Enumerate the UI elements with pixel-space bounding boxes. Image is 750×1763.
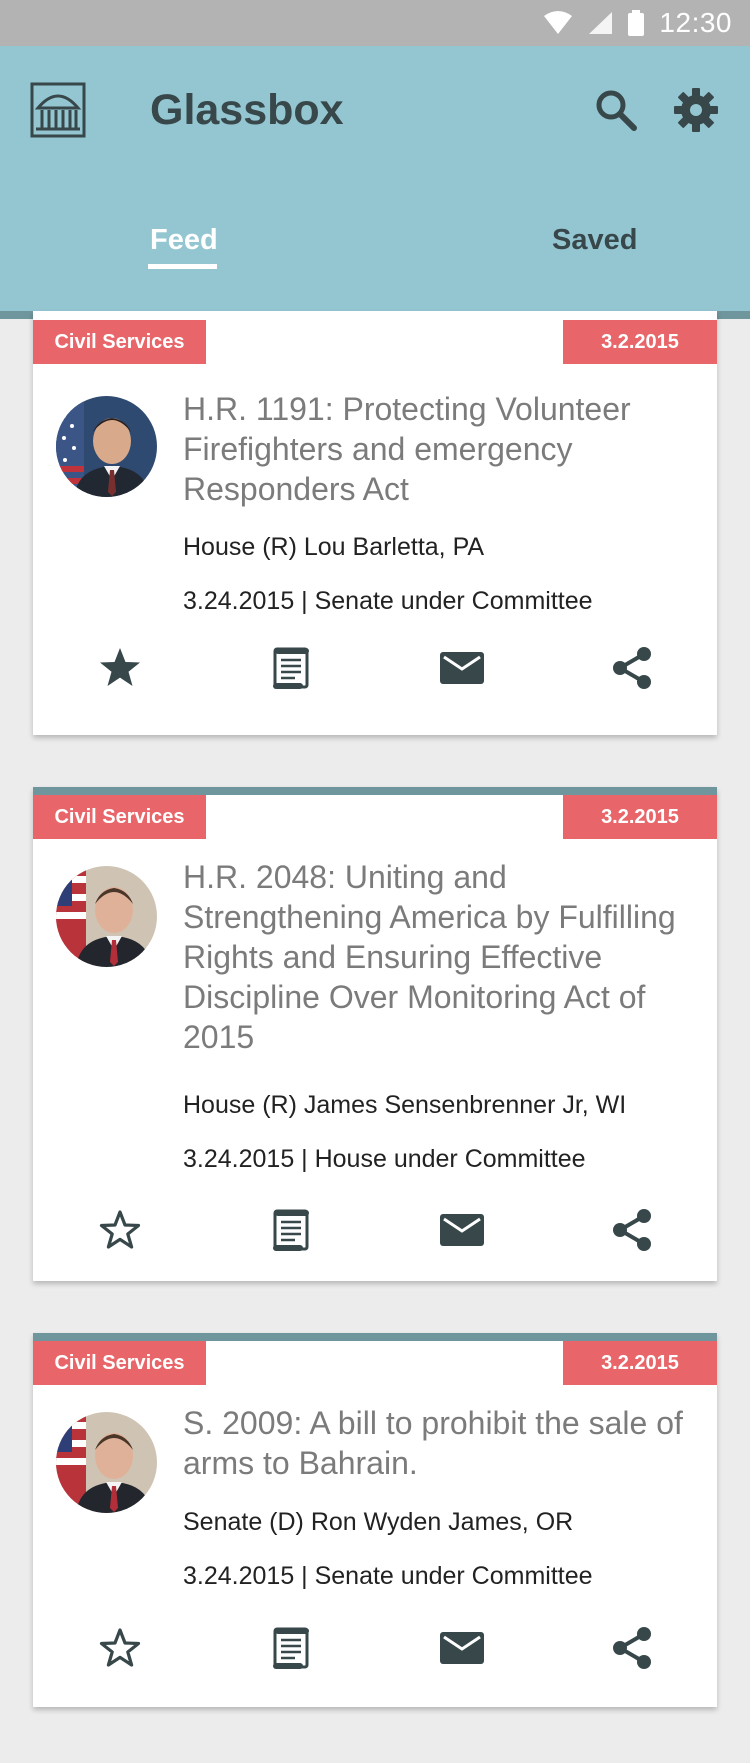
- battery-icon: [628, 10, 645, 36]
- mail-icon[interactable]: [438, 644, 486, 692]
- star-outline-icon[interactable]: [96, 1206, 144, 1254]
- share-icon[interactable]: [608, 644, 656, 692]
- tab-saved[interactable]: Saved: [552, 224, 637, 257]
- bill-card[interactable]: Civil Services 3.2.2015 S. 2009: A bill …: [33, 1333, 717, 1707]
- bill-status: 3.24.2015 | Senate under Committee: [183, 1562, 593, 1590]
- status-time: 12:30: [659, 7, 732, 38]
- star-outline-icon[interactable]: [96, 1624, 144, 1672]
- bill-title[interactable]: S. 2009: A bill to prohibit the sale of …: [183, 1403, 683, 1483]
- card-actions: [33, 1624, 717, 1674]
- bill-title[interactable]: H.R. 1191: Protecting Volunteer Firefigh…: [183, 389, 683, 509]
- mail-icon[interactable]: [438, 1624, 486, 1672]
- card-actions: [33, 644, 717, 694]
- document-icon[interactable]: [267, 644, 315, 692]
- app-title: Glassbox: [150, 86, 344, 134]
- search-icon[interactable]: [592, 86, 640, 134]
- share-icon[interactable]: [608, 1624, 656, 1672]
- bill-status: 3.24.2015 | Senate under Committee: [183, 587, 593, 615]
- document-icon[interactable]: [267, 1624, 315, 1672]
- signal-icon: [589, 12, 613, 34]
- wifi-icon: [544, 11, 573, 34]
- bill-title[interactable]: H.R. 2048: Uniting and Strengthening Ame…: [183, 857, 683, 1057]
- capitol-icon[interactable]: [30, 82, 86, 138]
- share-icon[interactable]: [608, 1206, 656, 1254]
- sponsor-avatar[interactable]: [56, 1412, 157, 1513]
- star-filled-icon[interactable]: [96, 644, 144, 692]
- bill-card[interactable]: Civil Services 3.2.2015 H.R. 2048: Uniti…: [33, 787, 717, 1281]
- mail-icon[interactable]: [438, 1206, 486, 1254]
- gear-icon[interactable]: [672, 86, 720, 134]
- document-icon[interactable]: [267, 1206, 315, 1254]
- category-badge[interactable]: Civil Services: [33, 1341, 206, 1385]
- sponsor-avatar[interactable]: [56, 866, 157, 967]
- app-bar: Glassbox Feed Saved: [0, 46, 750, 319]
- date-badge: 3.2.2015: [563, 1341, 717, 1385]
- tab-indicator: [148, 264, 217, 269]
- sponsor-avatar[interactable]: [56, 396, 157, 497]
- category-badge[interactable]: Civil Services: [33, 320, 206, 364]
- bill-card[interactable]: Civil Services 3.2.2015 H.R. 1191: Prote…: [33, 311, 717, 735]
- sponsor-name: House (R) Lou Barletta, PA: [183, 533, 485, 561]
- date-badge: 3.2.2015: [563, 320, 717, 364]
- status-bar: 12:30: [0, 0, 750, 46]
- tab-feed[interactable]: Feed: [150, 224, 218, 257]
- category-badge[interactable]: Civil Services: [33, 795, 206, 839]
- bill-status: 3.24.2015 | House under Committee: [183, 1145, 586, 1173]
- sponsor-name: Senate (D) Ron Wyden James, OR: [183, 1508, 574, 1536]
- card-actions: [33, 1206, 717, 1256]
- date-badge: 3.2.2015: [563, 795, 717, 839]
- sponsor-name: House (R) James Sensenbrenner Jr, WI: [183, 1091, 627, 1119]
